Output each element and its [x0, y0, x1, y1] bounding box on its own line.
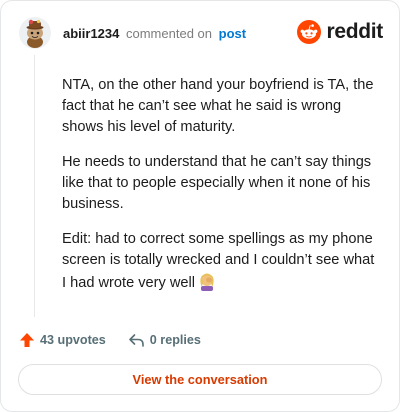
- post-link[interactable]: post: [219, 26, 246, 41]
- view-conversation-button[interactable]: View the conversation: [18, 364, 382, 395]
- avatar[interactable]: [19, 17, 51, 49]
- commented-on-label: commented on: [126, 26, 212, 41]
- username[interactable]: abiir1234: [63, 26, 119, 41]
- woman-facepalming-emoji-icon: [197, 271, 217, 298]
- comment-body: NTA, on the other hand your boyfriend is…: [62, 75, 380, 312]
- comment-header: abiir1234 commented on post reddit: [19, 15, 383, 51]
- upvote-arrow-icon: [20, 333, 34, 347]
- reddit-logo-icon: [297, 20, 322, 44]
- reply-count: 0 replies: [149, 333, 201, 347]
- comment-card: abiir1234 commented on post reddit NTA, …: [0, 0, 400, 412]
- reddit-brand[interactable]: reddit: [297, 19, 383, 45]
- reply-arrow-icon: [128, 334, 144, 347]
- comment-meta: abiir1234 commented on post: [63, 26, 246, 42]
- comment-paragraph-3-wrap: Edit: had to correct some spellings as m…: [62, 229, 380, 298]
- comment-paragraph-2: He needs to understand that he can’t say…: [62, 154, 372, 212]
- comment-actions: 43 upvotes 0 replies: [19, 329, 201, 351]
- comment-paragraph-1: NTA, on the other hand your boyfriend is…: [62, 77, 374, 135]
- upvote-button[interactable]: 43 upvotes: [19, 332, 106, 348]
- snoo-avatar-icon: [19, 17, 51, 49]
- upvote-count: 43 upvotes: [40, 333, 106, 347]
- comment-paragraph-3: Edit: had to correct some spellings as m…: [62, 231, 375, 291]
- thread-line: [34, 55, 35, 317]
- reply-button[interactable]: 0 replies: [128, 332, 201, 348]
- reddit-wordmark: reddit: [326, 20, 383, 43]
